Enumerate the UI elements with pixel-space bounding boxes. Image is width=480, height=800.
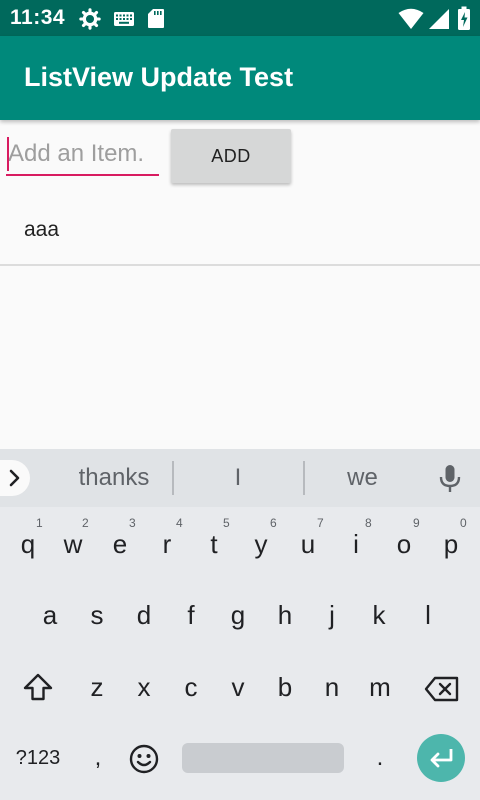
suggestion-3[interactable]: we	[305, 464, 420, 492]
list-divider	[0, 264, 480, 266]
input-underline	[6, 174, 159, 176]
period-key[interactable]: .	[362, 730, 398, 786]
battery-icon	[458, 6, 470, 30]
symbols-key[interactable]: ?123	[8, 730, 68, 786]
emoji-key[interactable]	[122, 734, 166, 782]
key-v[interactable]: v	[214, 659, 262, 715]
key-j[interactable]: j	[308, 587, 356, 643]
sd-card-icon	[148, 9, 164, 28]
status-bar: 11:34	[0, 0, 480, 36]
settings-icon	[79, 8, 101, 30]
space-key[interactable]	[182, 743, 344, 773]
app-bar: ListView Update Test	[0, 36, 480, 120]
key-r[interactable]: r4	[143, 516, 191, 572]
key-k[interactable]: k	[355, 587, 403, 643]
chevron-right-icon	[9, 469, 20, 487]
key-n[interactable]: n	[308, 659, 356, 715]
shift-key[interactable]	[14, 661, 62, 717]
add-button[interactable]: ADD	[171, 129, 291, 183]
text-cursor	[7, 137, 9, 171]
expand-button[interactable]	[0, 460, 30, 496]
suggestion-1[interactable]: thanks	[44, 464, 184, 492]
item-input[interactable]	[6, 134, 159, 174]
suggestion-bar: thanks I we	[0, 449, 480, 507]
key-q[interactable]: q1	[4, 516, 52, 572]
list-item[interactable]: aaa	[0, 194, 480, 264]
key-h[interactable]: h	[261, 587, 309, 643]
key-x[interactable]: x	[120, 659, 168, 715]
emoji-icon	[129, 744, 159, 774]
key-o[interactable]: o9	[380, 516, 428, 572]
key-s[interactable]: s	[73, 587, 121, 643]
key-g[interactable]: g	[214, 587, 262, 643]
key-e[interactable]: e3	[96, 516, 144, 572]
key-d[interactable]: d	[120, 587, 168, 643]
key-b[interactable]: b	[261, 659, 309, 715]
comma-key[interactable]: ,	[78, 730, 118, 786]
signal-icon	[429, 9, 449, 29]
item-input-container[interactable]	[6, 134, 159, 178]
key-t[interactable]: t5	[190, 516, 238, 572]
soft-keyboard: thanks I we q1 w2 e3 r4 t5 y6 u7 i8 o9 p…	[0, 449, 480, 800]
list-item-label: aaa	[24, 218, 60, 241]
shift-icon	[23, 673, 53, 701]
key-c[interactable]: c	[167, 659, 215, 715]
backspace-key[interactable]	[418, 661, 466, 717]
enter-key[interactable]	[417, 734, 465, 782]
key-y[interactable]: y6	[237, 516, 285, 572]
backspace-icon	[424, 676, 459, 702]
key-z[interactable]: z	[73, 659, 121, 715]
key-i[interactable]: i8	[332, 516, 380, 572]
app-title: ListView Update Test	[24, 62, 294, 92]
key-w[interactable]: w2	[49, 516, 97, 572]
suggestion-2[interactable]: I	[174, 464, 302, 492]
key-u[interactable]: u7	[284, 516, 332, 572]
key-f[interactable]: f	[167, 587, 215, 643]
key-l[interactable]: l	[404, 587, 452, 643]
key-p[interactable]: p0	[427, 516, 475, 572]
status-time: 11:34	[10, 6, 66, 29]
wifi-icon	[398, 8, 424, 29]
mic-icon[interactable]	[437, 463, 463, 495]
key-m[interactable]: m	[356, 659, 404, 715]
keyboard-icon	[114, 12, 134, 26]
key-a[interactable]: a	[26, 587, 74, 643]
enter-icon	[430, 749, 453, 768]
